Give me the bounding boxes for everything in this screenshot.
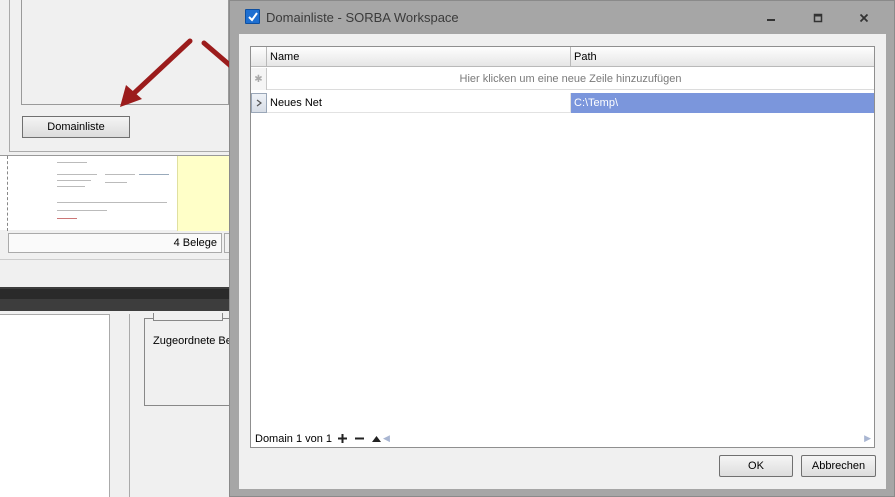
header-row-indicator	[251, 47, 267, 67]
maximize-icon	[813, 13, 823, 22]
background-list-area	[21, 0, 229, 105]
document-thumbnail[interactable]	[55, 160, 175, 228]
move-up-button[interactable]	[369, 432, 383, 446]
background-separator	[0, 259, 230, 260]
background-document-strip	[0, 155, 230, 231]
background-top-panel: Domainliste	[0, 0, 230, 152]
background-bottom-left-pane	[0, 314, 110, 497]
column-header-name[interactable]: Name	[267, 47, 571, 67]
table-row[interactable]: Neues Net C:\Temp\	[251, 93, 874, 113]
record-position-label: Domain 1 von 1	[255, 432, 333, 445]
background-strip-border	[0, 156, 8, 231]
plus-icon	[337, 434, 347, 443]
scroll-right-icon[interactable]: ▶	[864, 433, 871, 444]
cell-name[interactable]: Neues Net	[267, 93, 571, 113]
ok-button[interactable]: OK	[719, 455, 793, 477]
new-row-placeholder[interactable]: ✱ Hier klicken um eine neue Zeile hinzuz…	[251, 68, 874, 90]
add-record-button[interactable]	[335, 432, 349, 446]
checkmark-icon	[245, 9, 260, 24]
background-bottom-strip	[110, 314, 130, 497]
assigned-group-header	[153, 313, 223, 321]
record-navigator: Domain 1 von 1 ◀ ▶	[251, 430, 874, 447]
minus-icon	[354, 437, 364, 440]
row-indicator-chevron-icon	[251, 93, 267, 113]
new-row-asterisk-icon: ✱	[251, 68, 267, 90]
dialog-titlebar[interactable]: Domainliste - SORBA Workspace	[230, 1, 894, 34]
cancel-button[interactable]: Abbrechen	[801, 455, 876, 477]
assigned-label: Zugeordnete Be	[153, 335, 231, 347]
document-count-status: 4 Belege	[8, 233, 222, 253]
close-button[interactable]	[842, 1, 886, 34]
domainliste-dialog: Domainliste - SORBA Workspace Name Path …	[229, 0, 895, 497]
dialog-client-area: Name Path ✱ Hier klicken um eine neue Ze…	[239, 34, 886, 489]
close-icon	[859, 13, 869, 22]
remove-record-button[interactable]	[352, 432, 366, 446]
new-row-hint: Hier klicken um eine neue Zeile hinzuzuf…	[459, 72, 682, 85]
cell-path[interactable]: C:\Temp\	[571, 93, 874, 113]
horizontal-scrollbar[interactable]: ◀ ▶	[383, 432, 871, 445]
dialog-title: Domainliste - SORBA Workspace	[266, 10, 459, 25]
background-dark-bar-inner	[0, 289, 230, 299]
minimize-icon	[767, 18, 775, 21]
triangle-up-icon	[371, 435, 381, 442]
domain-grid[interactable]: Name Path ✱ Hier klicken um eine neue Ze…	[250, 46, 875, 448]
minimize-button[interactable]	[749, 1, 793, 34]
scroll-left-icon[interactable]: ◀	[383, 433, 390, 444]
maximize-button[interactable]	[796, 1, 840, 34]
domainliste-button[interactable]: Domainliste	[22, 116, 130, 138]
assigned-group-box: Zugeordnete Be	[144, 313, 231, 406]
background-dark-bar	[0, 287, 230, 311]
grid-header: Name Path	[251, 47, 874, 67]
column-header-path[interactable]: Path	[571, 47, 874, 67]
background-highlight-column	[177, 156, 230, 231]
